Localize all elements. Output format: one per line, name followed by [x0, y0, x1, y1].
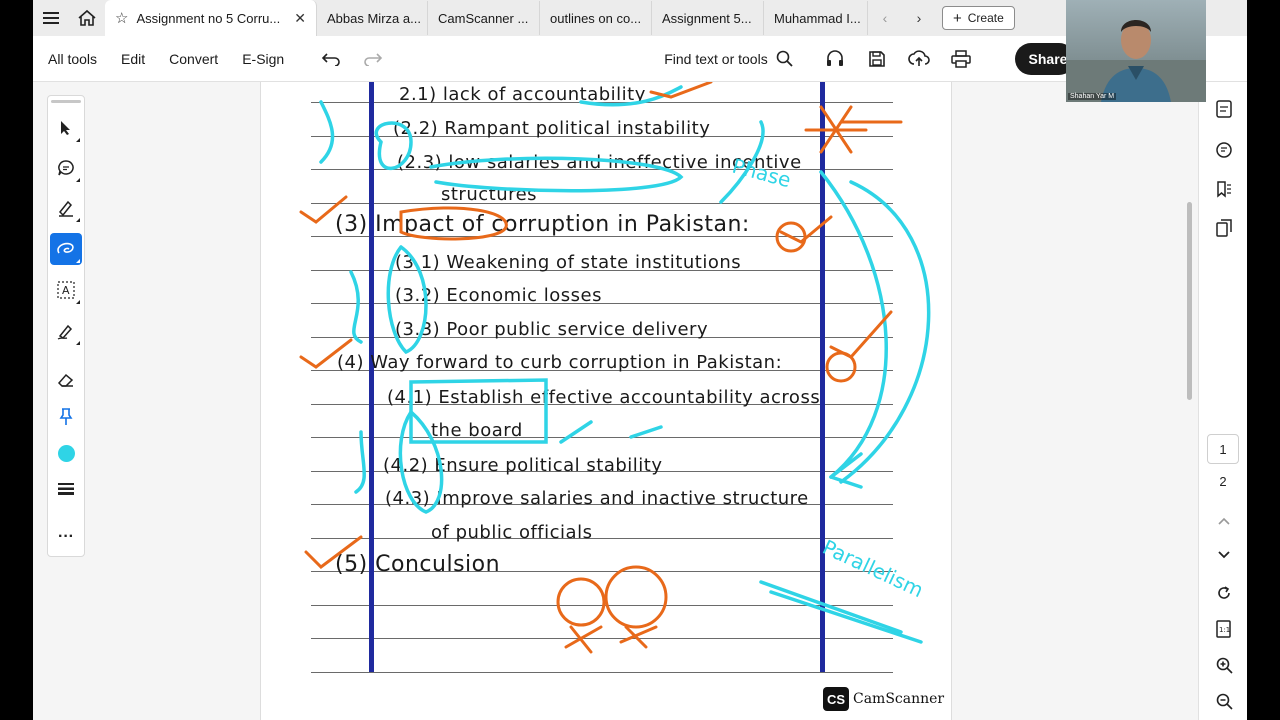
tools-panel: A ···: [47, 95, 85, 557]
read-aloud-icon[interactable]: [814, 43, 856, 75]
cyan-loop-4: [398, 410, 444, 514]
tab-label: Abbas Mirza a...: [327, 10, 421, 26]
orange-check-6: [649, 82, 713, 99]
webcam-caption: Shahan Yar M: [1068, 93, 1117, 100]
find-label: Find text or tools: [664, 50, 768, 67]
chevron-right-icon[interactable]: ›: [902, 10, 936, 26]
bookmarks-icon[interactable]: [1211, 176, 1237, 202]
upload-icon[interactable]: [898, 43, 940, 75]
orange-circle-2: [825, 351, 857, 383]
home-icon[interactable]: [69, 0, 105, 36]
save-icon[interactable]: [856, 43, 898, 75]
tab-bar: ☆ Assignment no 5 Corru... ✕ Abbas Mirza…: [33, 0, 1247, 36]
tab-label: outlines on co...: [550, 10, 642, 26]
color-picker-icon[interactable]: [50, 437, 82, 469]
close-icon[interactable]: ✕: [294, 10, 306, 27]
app-window: ☆ Assignment no 5 Corru... ✕ Abbas Mirza…: [33, 0, 1247, 720]
tab-label: Assignment no 5 Corru...: [136, 10, 281, 26]
parallelism-note: Parallelism: [819, 535, 927, 603]
camscanner-label: CamScanner: [853, 691, 945, 707]
panel-grip[interactable]: [51, 100, 81, 103]
menu-icon[interactable]: [33, 0, 69, 36]
cyan-check-2: [559, 420, 663, 444]
orange-check-3: [304, 535, 363, 569]
undo-icon[interactable]: [310, 43, 352, 75]
tab[interactable]: Muhammad I...: [764, 1, 868, 35]
orange-check-1: [299, 195, 348, 224]
tab[interactable]: CamScanner ...: [428, 1, 540, 35]
sign-tool-icon[interactable]: [50, 315, 82, 347]
cyan-stroke-2: [319, 100, 335, 164]
tab-label: Assignment 5...: [662, 10, 752, 26]
pin-icon[interactable]: [50, 401, 82, 433]
orange-check-5: [829, 310, 893, 359]
find-text-button[interactable]: Find text or tools: [664, 50, 794, 68]
draw-tool-icon[interactable]: [50, 233, 82, 265]
all-tools-button[interactable]: All tools: [33, 51, 109, 67]
chevron-up-icon[interactable]: [1211, 508, 1237, 534]
orange-check-2: [299, 338, 353, 369]
cyan-box: [409, 378, 548, 444]
fit-page-icon[interactable]: 1:1: [1211, 616, 1237, 642]
main-toolbar: All tools Edit Convert E-Sign Find text …: [33, 36, 1247, 82]
cyan-loop-3: [386, 245, 428, 355]
plus-icon: +: [953, 9, 962, 27]
document-page: 2.1) lack of accountability (2.2) Rampan…: [260, 82, 952, 720]
eraser-icon[interactable]: [50, 364, 82, 396]
select-tool-icon[interactable]: [50, 112, 82, 144]
orange-loop-1: [399, 206, 508, 241]
webcam-overlay: Shahan Yar M: [1066, 0, 1206, 102]
star-icon[interactable]: ☆: [115, 9, 128, 27]
pages-icon[interactable]: [1211, 215, 1237, 241]
tab[interactable]: outlines on co...: [540, 1, 652, 35]
camscanner-logo: CS: [823, 687, 849, 711]
right-panel: 1 2 1:1: [1198, 82, 1247, 720]
more-options-icon[interactable]: ···: [50, 521, 82, 553]
svg-text:A: A: [62, 284, 70, 297]
cyan-stroke-3: [349, 270, 363, 344]
vertical-scrollbar[interactable]: [1187, 202, 1192, 400]
orange-cross: [564, 625, 658, 654]
line-thickness-icon[interactable]: [50, 473, 82, 505]
highlight-tool-icon[interactable]: [50, 192, 82, 224]
phase-note: Phase: [730, 154, 794, 193]
text-box-tool-icon[interactable]: A: [50, 274, 82, 306]
search-icon: [776, 50, 793, 67]
tab[interactable]: Abbas Mirza a...: [317, 1, 428, 35]
orange-face-2: [604, 565, 668, 629]
tab-label: Muhammad I...: [774, 10, 861, 26]
zoom-out-icon[interactable]: [1211, 688, 1237, 714]
redo-icon[interactable]: [352, 43, 394, 75]
camscanner-watermark: CS CamScanner: [823, 687, 944, 711]
comment-tool-icon[interactable]: [50, 152, 82, 184]
ink-annotations: Phase Parallelism: [299, 82, 931, 654]
ai-assistant-icon[interactable]: [1211, 96, 1237, 122]
create-label: Create: [967, 11, 1004, 25]
refresh-icon[interactable]: [1211, 580, 1237, 606]
convert-button[interactable]: Convert: [157, 51, 230, 67]
chevron-left-icon[interactable]: ‹: [868, 10, 902, 26]
tab-label: CamScanner ...: [438, 10, 529, 26]
orange-star: [804, 105, 903, 154]
edit-button[interactable]: Edit: [109, 51, 157, 67]
page-total: 2: [1219, 474, 1227, 489]
current-page-input[interactable]: 1: [1207, 434, 1239, 464]
e-sign-button[interactable]: E-Sign: [230, 51, 296, 67]
cyan-stroke-4: [354, 430, 367, 494]
svg-text:1:1: 1:1: [1219, 626, 1230, 634]
cyan-loop-1: [374, 121, 413, 171]
orange-face-1: [556, 577, 606, 627]
cyan-loop-2: [429, 156, 684, 193]
presenter-avatar: [1066, 20, 1206, 102]
tab[interactable]: Assignment 5...: [652, 1, 764, 35]
chevron-down-icon[interactable]: [1211, 542, 1237, 568]
comments-icon[interactable]: [1211, 137, 1237, 163]
create-button[interactable]: + Create: [942, 6, 1015, 30]
tab-active[interactable]: ☆ Assignment no 5 Corru... ✕: [105, 0, 317, 36]
print-icon[interactable]: [940, 43, 982, 75]
zoom-in-icon[interactable]: [1211, 652, 1237, 678]
